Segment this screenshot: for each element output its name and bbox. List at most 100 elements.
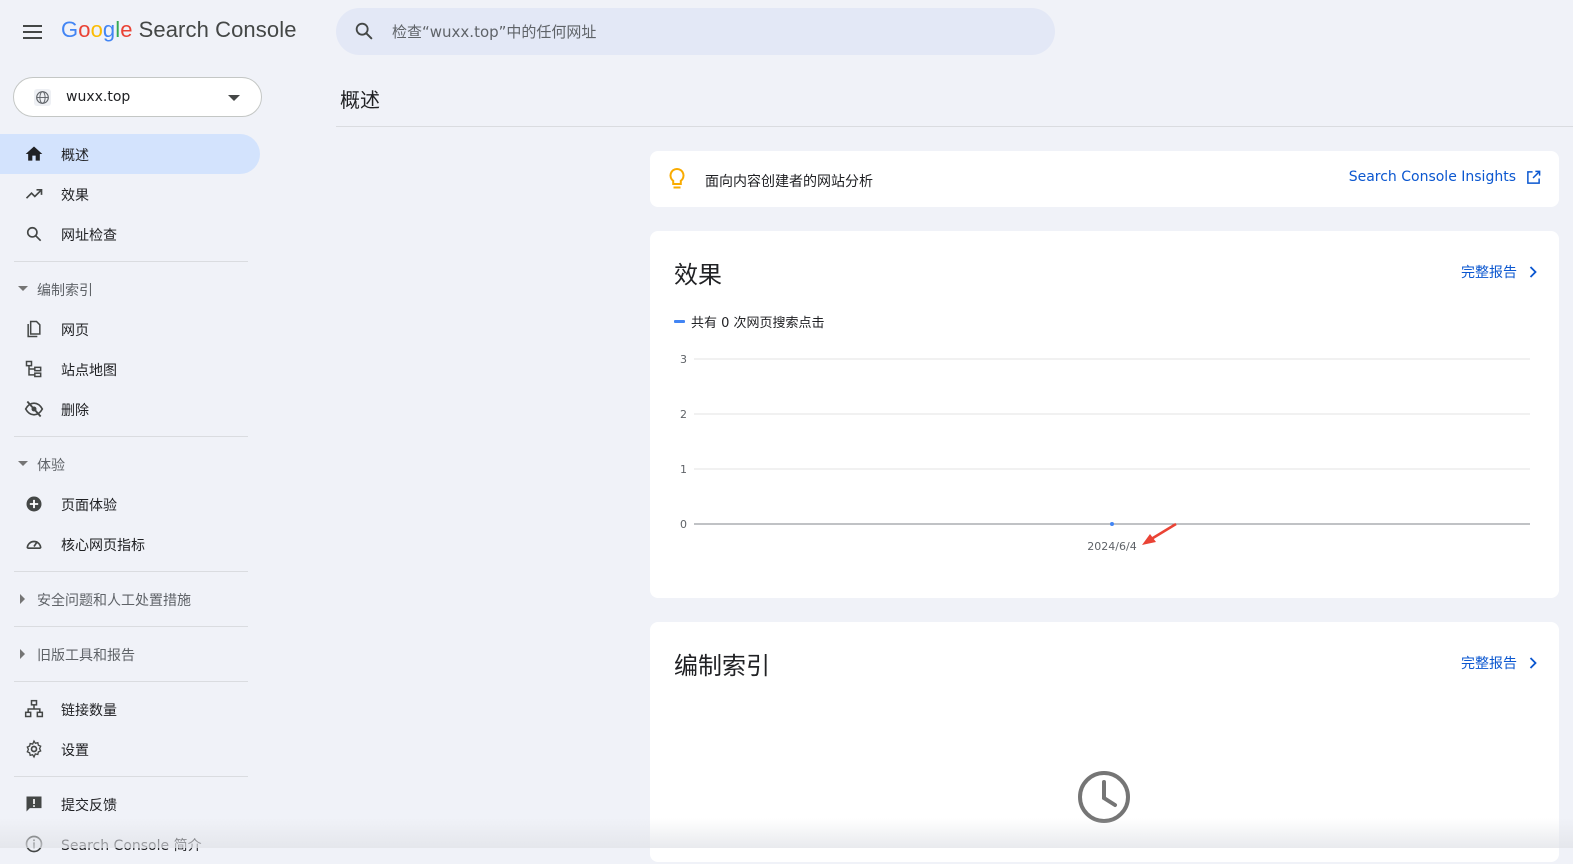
expand-arrow-icon — [18, 461, 28, 466]
sidebar-section-experience[interactable]: 体验 — [0, 444, 262, 484]
hamburger-menu-icon[interactable] — [20, 20, 46, 44]
lightbulb-icon — [669, 167, 685, 189]
logo-letter: G — [61, 17, 79, 42]
performance-card: 效果 完整报告 共有 0 次网页搜索点击 0 1 2 3 2024/6/4 — [650, 231, 1559, 598]
sidebar-item-url-inspection[interactable]: 网址检查 — [0, 214, 262, 254]
sidebar-item-feedback[interactable]: 提交反馈 — [0, 784, 262, 824]
sidebar-item-label: 站点地图 — [61, 363, 117, 379]
property-selector[interactable]: wuxx.top — [13, 77, 262, 117]
add-circle-icon — [26, 496, 42, 512]
annotation-arrowhead — [1142, 534, 1156, 545]
x-tick-label: 2024/6/4 — [1087, 540, 1136, 553]
sidebar-item-page-experience[interactable]: 页面体验 — [0, 484, 262, 524]
sidebar-item-performance[interactable]: 效果 — [0, 174, 262, 214]
divider — [14, 681, 248, 682]
sidebar-item-overview[interactable]: 概述 — [0, 134, 260, 174]
logo-letter: o — [78, 17, 91, 42]
sidebar-item-label: 设置 — [61, 743, 89, 759]
sidebar-section-indexing[interactable]: 编制索引 — [0, 269, 262, 309]
collapsed-arrow-icon — [20, 594, 25, 604]
legend-swatch — [674, 320, 685, 323]
sidebar-item-settings[interactable]: 设置 — [0, 729, 262, 769]
url-inspection-search-bar[interactable] — [336, 8, 1055, 55]
dropdown-arrow-icon — [228, 95, 240, 101]
y-tick-label: 2 — [680, 408, 687, 421]
sitemap-icon — [25, 360, 42, 378]
feedback-icon — [26, 796, 42, 812]
logo-letter: g — [102, 17, 116, 42]
property-name: wuxx.top — [66, 89, 131, 105]
sidebar-item-label: 删除 — [61, 403, 89, 419]
open-in-new-icon — [1527, 170, 1541, 184]
sidebar-section-label: 安全问题和人工处置措施 — [37, 593, 191, 609]
pages-icon — [27, 320, 41, 338]
sidebar-item-links[interactable]: 链接数量 — [0, 689, 262, 729]
indexing-title: 编制索引 — [674, 652, 770, 680]
speed-gauge-icon — [26, 540, 42, 549]
legend-label: 共有 0 次网页搜索点击 — [691, 316, 825, 331]
logo-letter: o — [90, 17, 103, 42]
y-tick-label: 3 — [680, 353, 687, 366]
sidebar-item-label: 核心网页指标 — [61, 538, 145, 554]
insights-card: 面向内容创建者的网站分析 Search Console Insights — [650, 151, 1559, 207]
data-point — [1110, 522, 1114, 526]
search-input[interactable] — [392, 16, 1032, 47]
links-tree-icon — [24, 699, 44, 718]
sidebar-item-label: Search Console 简介 — [61, 838, 202, 854]
sidebar-item-label: 网页 — [61, 323, 89, 339]
search-console-logo[interactable]: Google Search Console — [61, 17, 297, 43]
divider — [14, 776, 248, 777]
sidebar-item-core-web-vitals[interactable]: 核心网页指标 — [0, 524, 262, 564]
performance-full-report-link[interactable]: 完整报告 — [1461, 262, 1537, 282]
search-icon — [26, 226, 42, 242]
chart-legend[interactable]: 共有 0 次网页搜索点击 — [674, 312, 825, 331]
insights-link[interactable]: Search Console Insights — [1349, 169, 1541, 185]
top-bar: Google Search Console — [0, 0, 1573, 64]
y-tick-label: 0 — [680, 518, 687, 531]
sidebar-section-label: 体验 — [37, 458, 65, 474]
divider — [14, 626, 248, 627]
page-title: 概述 — [340, 88, 380, 112]
full-report-label: 完整报告 — [1461, 656, 1517, 672]
visibility-off-icon — [24, 400, 44, 418]
sidebar-item-sitemaps[interactable]: 站点地图 — [0, 349, 262, 389]
indexing-full-report-link[interactable]: 完整报告 — [1461, 653, 1537, 673]
sidebar-section-label: 旧版工具和报告 — [37, 648, 135, 664]
collapsed-arrow-icon — [20, 649, 25, 659]
sidebar-item-label: 效果 — [61, 188, 89, 204]
divider — [14, 261, 248, 262]
performance-chart: 0 1 2 3 2024/6/4 — [680, 353, 1530, 553]
search-icon[interactable] — [353, 20, 375, 42]
insights-link-label: Search Console Insights — [1348, 169, 1516, 185]
home-icon — [25, 146, 43, 161]
sidebar-section-label: 编制索引 — [37, 283, 93, 299]
sidebar-item-label: 网址检查 — [61, 228, 117, 244]
performance-title: 效果 — [674, 261, 722, 289]
product-name: Search Console — [138, 17, 297, 42]
trending-up-icon — [25, 189, 43, 199]
sidebar-nav: 概述 效果 网址检查 编制索引 网页 站点地图 删除 体验 页面体验 核心网页指… — [0, 134, 262, 864]
logo-letter: e — [120, 17, 133, 42]
sidebar-item-label: 概述 — [61, 148, 89, 164]
sidebar-item-label: 提交反馈 — [61, 798, 117, 814]
chevron-right-icon — [1529, 657, 1537, 669]
full-report-label: 完整报告 — [1461, 265, 1517, 281]
chevron-right-icon — [1529, 266, 1537, 278]
sidebar-item-about[interactable]: Search Console 简介 — [0, 824, 262, 864]
sidebar-item-label: 链接数量 — [61, 703, 117, 719]
divider — [14, 436, 248, 437]
expand-arrow-icon — [18, 286, 28, 291]
gear-icon — [26, 739, 42, 759]
info-icon — [25, 835, 43, 853]
sidebar-item-pages[interactable]: 网页 — [0, 309, 262, 349]
sidebar-item-removals[interactable]: 删除 — [0, 389, 262, 429]
clock-icon — [1078, 771, 1130, 823]
divider — [336, 126, 1573, 127]
globe-icon — [34, 89, 51, 106]
sidebar-item-label: 页面体验 — [61, 498, 117, 514]
sidebar-section-legacy[interactable]: 旧版工具和报告 — [0, 634, 262, 674]
insights-description: 面向内容创建者的网站分析 — [705, 174, 873, 190]
divider — [14, 571, 248, 572]
indexing-card: 编制索引 完整报告 — [650, 622, 1559, 862]
sidebar-section-security[interactable]: 安全问题和人工处置措施 — [0, 579, 262, 619]
